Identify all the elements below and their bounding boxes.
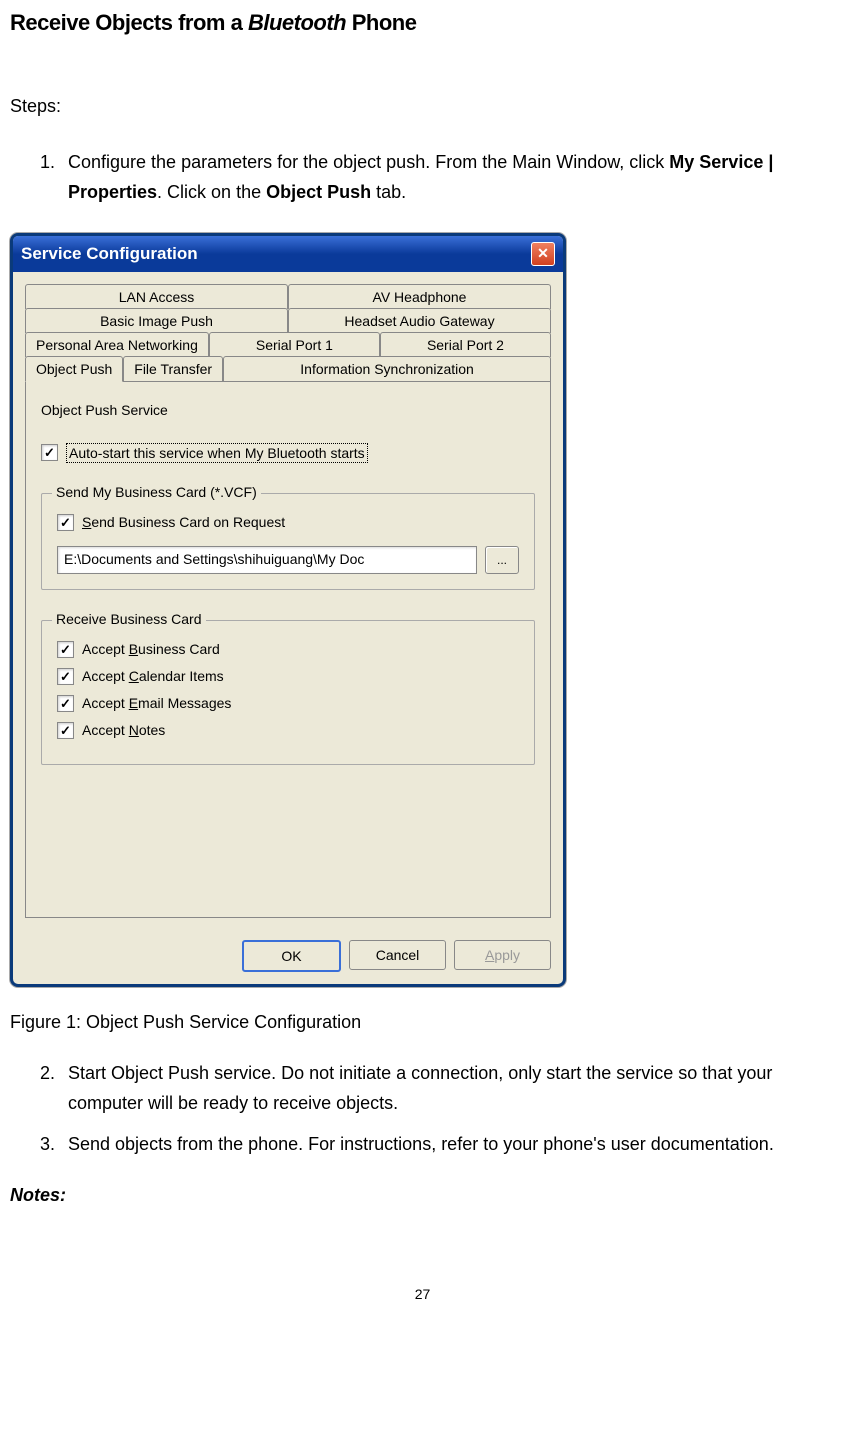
title-italic: Bluetooth — [248, 10, 346, 35]
accept-email-checkbox[interactable] — [57, 695, 74, 712]
autostart-row: Auto-start this service when My Bluetoot… — [41, 443, 535, 463]
tabs-area: LAN Access AV Headphone Basic Image Push… — [25, 284, 551, 918]
accept-business-checkbox[interactable] — [57, 641, 74, 658]
tab-information-sync[interactable]: Information Synchronization — [223, 356, 551, 382]
close-icon: ✕ — [537, 245, 549, 262]
step1-text-e: tab. — [371, 182, 406, 202]
accept-email-label: Accept Email Messages — [82, 695, 231, 711]
accept-notes-checkbox[interactable] — [57, 722, 74, 739]
receive-business-card-group: Receive Business Card Accept Business Ca… — [41, 620, 535, 765]
accept-business-label: Accept Business Card — [82, 641, 220, 657]
tab-row-3: Personal Area Networking Serial Port 1 S… — [25, 332, 551, 357]
tab-personal-area-networking[interactable]: Personal Area Networking — [25, 332, 209, 357]
accept-notes-row: Accept Notes — [57, 722, 519, 739]
tab-serial-port-2[interactable]: Serial Port 2 — [380, 332, 551, 357]
send-on-request-row: Send Business Card on Request — [57, 514, 519, 531]
receive-business-card-legend: Receive Business Card — [52, 611, 206, 627]
dialog-footer: OK Cancel Apply — [13, 930, 563, 984]
page-number: 27 — [10, 1286, 835, 1302]
tab-basic-image-push[interactable]: Basic Image Push — [25, 308, 288, 333]
autostart-label: Auto-start this service when My Bluetoot… — [66, 443, 368, 463]
tab-object-push[interactable]: Object Push — [25, 356, 123, 382]
steps-label: Steps: — [10, 91, 835, 122]
path-row: E:\Documents and Settings\shihuiguang\My… — [57, 546, 519, 574]
steps-list: Configure the parameters for the object … — [10, 147, 835, 208]
tab-serial-port-1[interactable]: Serial Port 1 — [209, 332, 380, 357]
close-button[interactable]: ✕ — [531, 242, 555, 266]
tab-row-4: Object Push File Transfer Information Sy… — [25, 356, 551, 382]
browse-button[interactable]: ... — [485, 546, 519, 574]
step-3: Send objects from the phone. For instruc… — [60, 1129, 835, 1160]
ok-button[interactable]: OK — [242, 940, 341, 972]
step-1: Configure the parameters for the object … — [60, 147, 835, 208]
accept-email-row: Accept Email Messages — [57, 695, 519, 712]
tab-row-1: LAN Access AV Headphone — [25, 284, 551, 309]
send-business-card-legend: Send My Business Card (*.VCF) — [52, 484, 261, 500]
steps-list-2: Start Object Push service. Do not initia… — [10, 1058, 835, 1160]
apply-button[interactable]: Apply — [454, 940, 551, 970]
title-suffix: Phone — [346, 10, 416, 35]
send-on-request-label: Send Business Card on Request — [82, 514, 285, 530]
send-on-request-checkbox[interactable] — [57, 514, 74, 531]
step1-text-d: Object Push — [266, 182, 371, 202]
page-title: Receive Objects from a Bluetooth Phone — [10, 10, 835, 36]
tab-av-headphone[interactable]: AV Headphone — [288, 284, 551, 309]
dialog-body: LAN Access AV Headphone Basic Image Push… — [13, 272, 563, 930]
object-push-service-label: Object Push Service — [41, 402, 535, 418]
title-prefix: Receive Objects from a — [10, 10, 248, 35]
step-2: Start Object Push service. Do not initia… — [60, 1058, 835, 1119]
path-input[interactable]: E:\Documents and Settings\shihuiguang\My… — [57, 546, 477, 574]
figure-caption: Figure 1: Object Push Service Configurat… — [10, 1012, 835, 1033]
accept-calendar-row: Accept Calendar Items — [57, 668, 519, 685]
step1-text-a: Configure the parameters for the object … — [68, 152, 669, 172]
send-business-card-group: Send My Business Card (*.VCF) Send Busin… — [41, 493, 535, 590]
tab-headset-audio-gateway[interactable]: Headset Audio Gateway — [288, 308, 551, 333]
dialog-title: Service Configuration — [21, 244, 198, 264]
tab-row-2: Basic Image Push Headset Audio Gateway — [25, 308, 551, 333]
service-configuration-dialog: Service Configuration ✕ LAN Access AV He… — [10, 233, 566, 987]
tab-content: Object Push Service Auto-start this serv… — [25, 381, 551, 918]
cancel-button[interactable]: Cancel — [349, 940, 446, 970]
notes-label: Notes: — [10, 1185, 835, 1206]
accept-notes-label: Accept Notes — [82, 722, 165, 738]
accept-calendar-label: Accept Calendar Items — [82, 668, 224, 684]
autostart-checkbox[interactable] — [41, 444, 58, 461]
tab-file-transfer[interactable]: File Transfer — [123, 356, 223, 382]
titlebar[interactable]: Service Configuration ✕ — [13, 236, 563, 272]
step1-text-c: . Click on the — [157, 182, 266, 202]
accept-business-row: Accept Business Card — [57, 641, 519, 658]
tab-lan-access[interactable]: LAN Access — [25, 284, 288, 309]
accept-calendar-checkbox[interactable] — [57, 668, 74, 685]
